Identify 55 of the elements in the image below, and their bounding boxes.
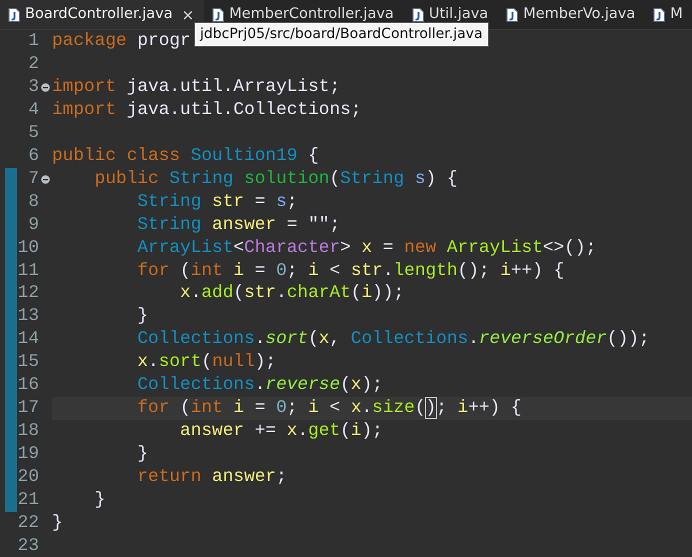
collapse-icon[interactable]	[41, 174, 50, 184]
code-line: package progr	[52, 30, 191, 54]
line-number: 21	[17, 488, 39, 512]
line-number: 16	[17, 374, 39, 398]
editor-tab[interactable]: M	[645, 0, 692, 29]
path-tooltip: jdbcPrj05/src/board/BoardController.java	[194, 22, 489, 47]
code-line: return answer;	[136, 466, 287, 489]
code-line: public class Soultion19 {	[52, 144, 319, 168]
code-line: for (int i = 0; i < str.length(); i++) {	[136, 260, 564, 282]
java-file-icon	[506, 8, 518, 22]
code-line: String str = s;	[136, 190, 298, 214]
java-file-icon	[653, 8, 666, 22]
line-number: 12	[17, 282, 39, 306]
code-line: import java.util.ArrayList;	[52, 76, 340, 99]
code-line: }	[136, 443, 148, 466]
code-line: }	[94, 488, 106, 512]
code-line: x.sort(null);	[136, 351, 276, 374]
line-number: 15	[17, 351, 39, 374]
java-file-icon	[412, 8, 424, 22]
line-number: 23	[17, 534, 39, 557]
line-number: 8	[27, 190, 39, 214]
line-number: 3	[27, 76, 39, 99]
line-number: 9	[27, 214, 39, 237]
line-number: 13	[17, 305, 39, 328]
code-line: public String solution(String s) {	[94, 168, 458, 191]
line-number: 2	[27, 53, 39, 76]
close-icon[interactable]: ×	[182, 4, 194, 26]
line-number: 10	[17, 236, 39, 260]
code-line: answer += x.get(i);	[179, 420, 383, 444]
line-number: 22	[17, 512, 39, 535]
line-number: 5	[27, 122, 39, 145]
code-line: for (int i = 0; i < x.size(); i++) {	[136, 397, 522, 420]
code-line: ArrayList<Character> x = new ArrayList<>();	[136, 236, 596, 260]
editor-tab[interactable]: MemberVo.java	[498, 0, 646, 29]
java-file-icon	[212, 8, 224, 22]
line-number: 14	[17, 328, 39, 352]
line-number: 11	[17, 260, 39, 282]
code-line: x.add(str.charAt(i));	[179, 282, 404, 306]
collapse-icon[interactable]	[41, 82, 50, 92]
line-number: 4	[27, 98, 39, 122]
code-line: import java.util.Collections;	[52, 98, 362, 122]
code-line: Collections.sort(x, Collections.reverseOrder());	[136, 328, 650, 352]
line-number: 18	[17, 420, 39, 444]
line-number: 17	[17, 397, 39, 420]
code-line: }	[136, 305, 148, 328]
line-number: 20	[17, 466, 39, 489]
line-number: 7	[27, 168, 39, 191]
line-number: 1	[27, 30, 39, 54]
editor-tab[interactable]: BoardController.java ×	[0, 0, 204, 29]
code-line: String answer = "";	[136, 214, 340, 237]
java-file-icon	[8, 8, 20, 22]
line-number: 19	[17, 443, 39, 466]
code-line: Collections.reverse(x);	[136, 374, 383, 398]
line-number: 6	[27, 144, 39, 168]
code-line: }	[52, 512, 63, 535]
